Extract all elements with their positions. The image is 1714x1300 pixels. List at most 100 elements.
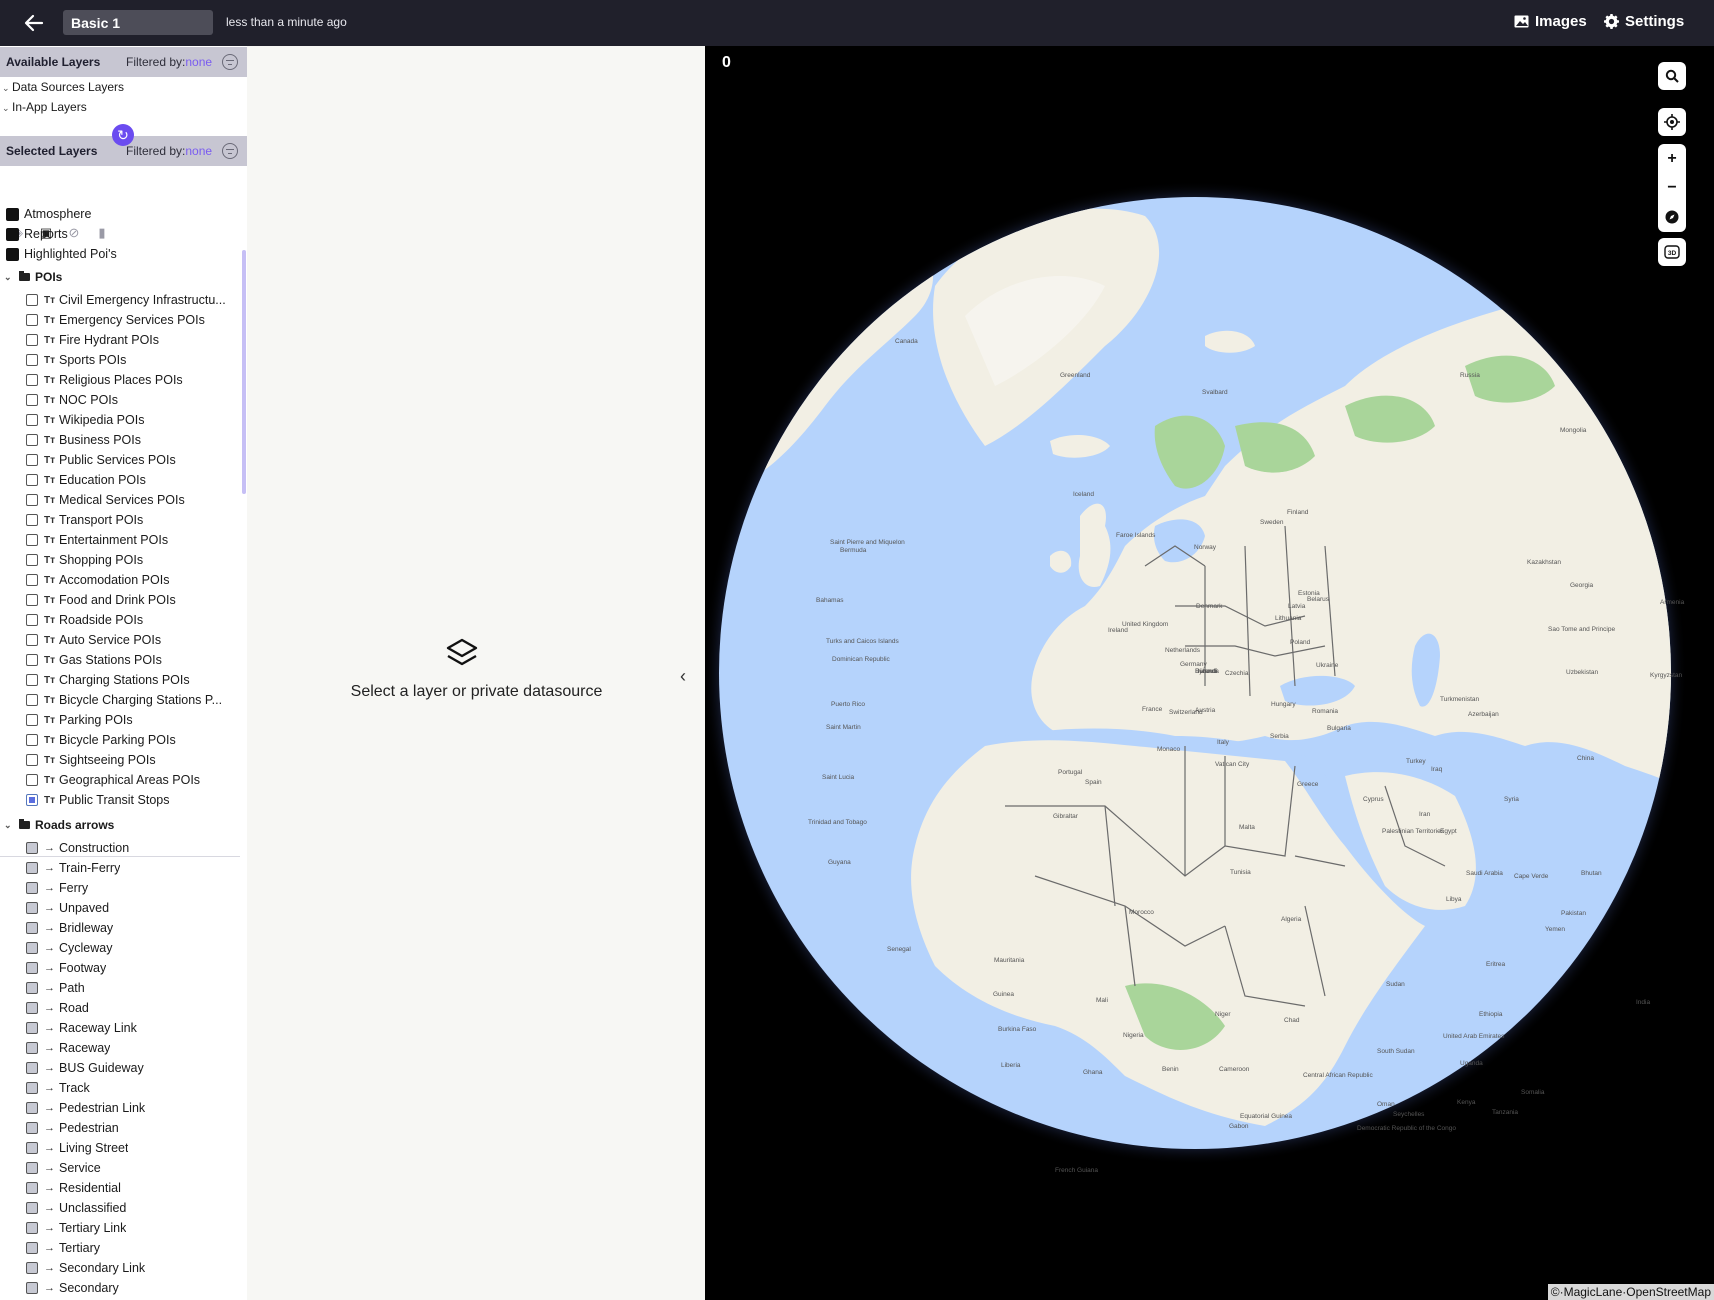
layer-checkbox[interactable] (26, 354, 38, 366)
map-attribution[interactable]: ©·MagicLane·OpenStreetMap (1547, 1284, 1714, 1300)
layer-checkbox[interactable] (26, 614, 38, 626)
filter-value[interactable]: none (185, 144, 212, 158)
zoom-in-icon[interactable]: + (1658, 144, 1686, 173)
road-layer-row[interactable]: → Cycleway (26, 938, 113, 958)
locate-button[interactable] (1658, 108, 1686, 136)
layer-checkbox[interactable] (26, 374, 38, 386)
road-layer-row[interactable]: → Construction (26, 838, 129, 858)
layer-checkbox[interactable] (26, 414, 38, 426)
layer-checkbox[interactable] (26, 862, 38, 874)
compass-icon[interactable] (1658, 202, 1686, 231)
road-layer-row[interactable]: → Residential (26, 1178, 121, 1198)
poi-layer-row[interactable]: Tт Fire Hydrant POIs (26, 330, 159, 350)
poi-layer-row[interactable]: Tт Education POIs (26, 470, 146, 490)
layer-toggle[interactable] (6, 227, 19, 241)
layer-checkbox[interactable] (26, 574, 38, 586)
in-app-layers-item[interactable]: ⌄ In-App Layers (2, 100, 87, 114)
poi-layer-row[interactable]: Tт Shopping POIs (26, 550, 143, 570)
road-layer-row[interactable]: → BUS Guideway (26, 1058, 144, 1078)
layer-checkbox[interactable] (26, 534, 38, 546)
layer-checkbox[interactable] (26, 1062, 38, 1074)
road-layer-row[interactable]: → Pedestrian Link (26, 1098, 145, 1118)
project-title-input[interactable] (63, 10, 213, 35)
layer-checkbox[interactable] (26, 1222, 38, 1234)
layer-checkbox[interactable] (26, 634, 38, 646)
road-layer-row[interactable]: → Living Street (26, 1138, 128, 1158)
layer-atmosphere[interactable]: Atmosphere (6, 204, 91, 224)
poi-layer-row[interactable]: Tт Gas Stations POIs (26, 650, 162, 670)
layer-checkbox[interactable] (26, 962, 38, 974)
poi-layer-row[interactable]: Tт Emergency Services POIs (26, 310, 205, 330)
poi-layer-row[interactable]: Tт Bicycle Charging Stations P... (26, 690, 222, 710)
map-search-button[interactable] (1658, 62, 1686, 90)
layer-checkbox[interactable] (26, 842, 38, 854)
layer-toggle[interactable] (6, 207, 19, 221)
poi-layer-row[interactable]: Tт Public Transit Stops (26, 790, 169, 810)
layer-checkbox[interactable] (26, 774, 38, 786)
layer-checkbox[interactable] (26, 294, 38, 306)
poi-layer-row[interactable]: Tт Sightseeing POIs (26, 750, 156, 770)
road-layer-row[interactable]: → Pedestrian (26, 1118, 119, 1138)
layer-checkbox[interactable] (26, 474, 38, 486)
layer-checkbox[interactable] (26, 554, 38, 566)
sidebar-scrollbar[interactable] (242, 250, 246, 494)
road-layer-row[interactable]: → Track (26, 1078, 90, 1098)
layer-checkbox[interactable] (26, 394, 38, 406)
road-layer-row[interactable]: → Footway (26, 958, 106, 978)
poi-layer-row[interactable]: Tт Roadside POIs (26, 610, 143, 630)
road-layer-row[interactable]: → Road (26, 998, 89, 1018)
poi-layer-row[interactable]: Tт Accomodation POIs (26, 570, 169, 590)
layer-checkbox[interactable] (26, 314, 38, 326)
layer-checkbox[interactable] (26, 1102, 38, 1114)
road-layer-row[interactable]: → Service (26, 1158, 101, 1178)
layer-checkbox[interactable] (26, 1282, 38, 1294)
road-layer-row[interactable]: → Unpaved (26, 898, 109, 918)
layer-checkbox[interactable] (26, 1202, 38, 1214)
folder-pois[interactable]: ⌄ POIs (4, 270, 62, 284)
poi-layer-row[interactable]: Tт Civil Emergency Infrastructu... (26, 290, 226, 310)
poi-layer-row[interactable]: Tт Bicycle Parking POIs (26, 730, 176, 750)
road-layer-row[interactable]: → Raceway Link (26, 1018, 137, 1038)
layer-checkbox[interactable] (26, 1022, 38, 1034)
poi-layer-row[interactable]: Tт Food and Drink POIs (26, 590, 176, 610)
layer-checkbox[interactable] (26, 1002, 38, 1014)
road-layer-row[interactable]: → Secondary Link (26, 1258, 145, 1278)
folder-roads-arrows[interactable]: ⌄ Roads arrows (4, 818, 114, 832)
layer-highlighted-pois[interactable]: Highlighted Poi's (6, 244, 117, 264)
layer-checkbox[interactable] (26, 1242, 38, 1254)
layer-checkbox[interactable] (26, 334, 38, 346)
poi-layer-row[interactable]: Tт Medical Services POIs (26, 490, 185, 510)
layer-checkbox[interactable] (26, 882, 38, 894)
filter-value[interactable]: none (185, 55, 212, 69)
road-layer-row[interactable]: → Raceway (26, 1038, 110, 1058)
selected-filter[interactable]: Filtered by:none (126, 144, 212, 158)
poi-layer-row[interactable]: Tт Religious Places POIs (26, 370, 183, 390)
poi-layer-row[interactable]: Tт Parking POIs (26, 710, 133, 730)
road-layer-row[interactable]: → Tertiary Link (26, 1218, 126, 1238)
layer-checkbox[interactable] (26, 1142, 38, 1154)
layer-checkbox[interactable] (26, 1042, 38, 1054)
layer-checkbox[interactable] (26, 494, 38, 506)
layer-checkbox[interactable] (26, 794, 38, 806)
collapse-panel-chevron-icon[interactable]: ‹ (680, 666, 686, 687)
globe-map[interactable]: Canada Greenland Svalbard Russia Iceland Finl… (705, 46, 1714, 1300)
layer-checkbox[interactable] (26, 674, 38, 686)
layer-checkbox[interactable] (26, 942, 38, 954)
poi-layer-row[interactable]: Tт Wikipedia POIs (26, 410, 144, 430)
poi-layer-row[interactable]: Tт Charging Stations POIs (26, 670, 190, 690)
layer-checkbox[interactable] (26, 694, 38, 706)
map-view[interactable]: Canada Greenland Svalbard Russia Iceland Finl… (705, 46, 1714, 1300)
layer-checkbox[interactable] (26, 1082, 38, 1094)
settings-button[interactable]: Settings (1604, 13, 1684, 30)
poi-layer-row[interactable]: Tт Entertainment POIs (26, 530, 168, 550)
filter-icon[interactable] (222, 54, 238, 70)
layer-checkbox[interactable] (26, 454, 38, 466)
poi-layer-row[interactable]: Tт Business POIs (26, 430, 141, 450)
available-filter[interactable]: Filtered by:none (126, 55, 212, 69)
layer-reports[interactable]: Reports (6, 224, 68, 244)
layer-checkbox[interactable] (26, 1122, 38, 1134)
sync-icon[interactable]: ↻ (112, 124, 134, 146)
poi-layer-row[interactable]: Tт Auto Service POIs (26, 630, 161, 650)
road-layer-row[interactable]: → Bridleway (26, 918, 113, 938)
zoom-out-icon[interactable]: − (1658, 173, 1686, 202)
